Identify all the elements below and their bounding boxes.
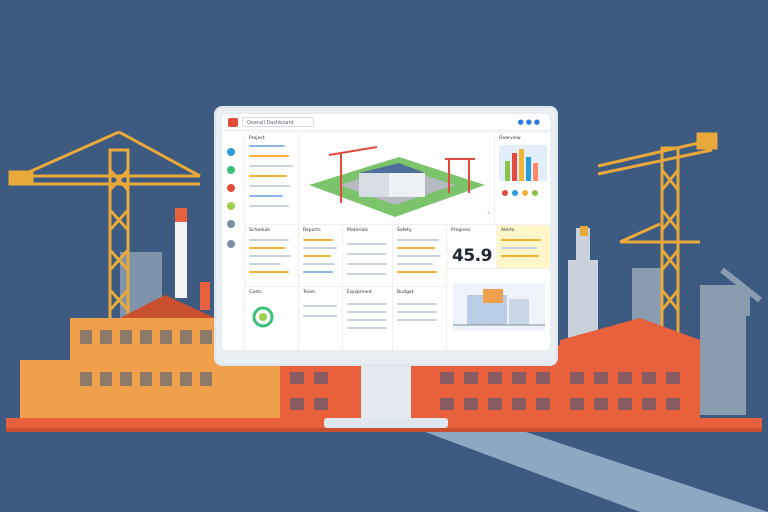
reports-label: Reports (303, 228, 321, 233)
kpi-value: 45.9 (452, 246, 492, 266)
safety-label: Safety (397, 228, 412, 233)
tasks-label: Schedule (249, 228, 271, 233)
tasks-panel: Schedule (244, 224, 298, 286)
settings-icon[interactable] (227, 184, 235, 192)
monitor: Overall Dashboard ●●● Project › Overview… (216, 108, 556, 364)
top-bar: Overall Dashboard ●●● (222, 114, 550, 131)
alerts-label: Alerts (501, 228, 515, 233)
blueprint-panel (446, 268, 550, 350)
overview-label: Overview (499, 136, 521, 141)
chart-icon[interactable] (227, 166, 235, 174)
progress-label: Progress (451, 228, 471, 233)
mini-bar-chart (499, 145, 547, 196)
check-icon[interactable] (227, 202, 235, 210)
alerts-panel: Alerts (496, 224, 550, 268)
ground-shadow (6, 428, 762, 432)
site-model-illustration: › (309, 146, 490, 217)
dashboard-tab[interactable]: Overall Dashboard (242, 117, 314, 127)
costs-panel: Costs (244, 286, 298, 350)
reports-panel: Reports (298, 224, 342, 286)
equipment-label: Equipment (347, 290, 372, 295)
people-icon[interactable] (227, 220, 235, 228)
road (420, 430, 768, 512)
project-panel: Project (244, 132, 298, 224)
overview-panel: Overview (494, 132, 550, 224)
sidebar (222, 132, 240, 248)
blueprint-chart (453, 283, 545, 331)
site-model-panel[interactable]: › (298, 132, 494, 224)
monitor-base (324, 418, 448, 428)
materials-panel: Materials (342, 224, 392, 286)
budget-label: Budget (397, 290, 414, 295)
dashboard-screen: Overall Dashboard ●●● Project › Overview… (222, 114, 550, 350)
app-logo (228, 118, 238, 127)
toolbar-icons[interactable]: ●●● (518, 118, 542, 126)
safety-panel: Safety (392, 224, 446, 286)
monitor-stand (361, 364, 411, 420)
team-panel: Team (298, 286, 342, 350)
project-label: Project (249, 136, 265, 141)
team-label: Team (303, 290, 316, 295)
materials-label: Materials (347, 228, 369, 233)
home-icon[interactable] (227, 148, 235, 156)
gear-icon[interactable] (227, 240, 235, 248)
equipment-panel: Equipment (342, 286, 392, 350)
svg-text:›: › (487, 208, 490, 217)
donut-chart (252, 306, 274, 328)
costs-label: Costs (249, 290, 262, 295)
budget-panel: Budget (392, 286, 446, 350)
